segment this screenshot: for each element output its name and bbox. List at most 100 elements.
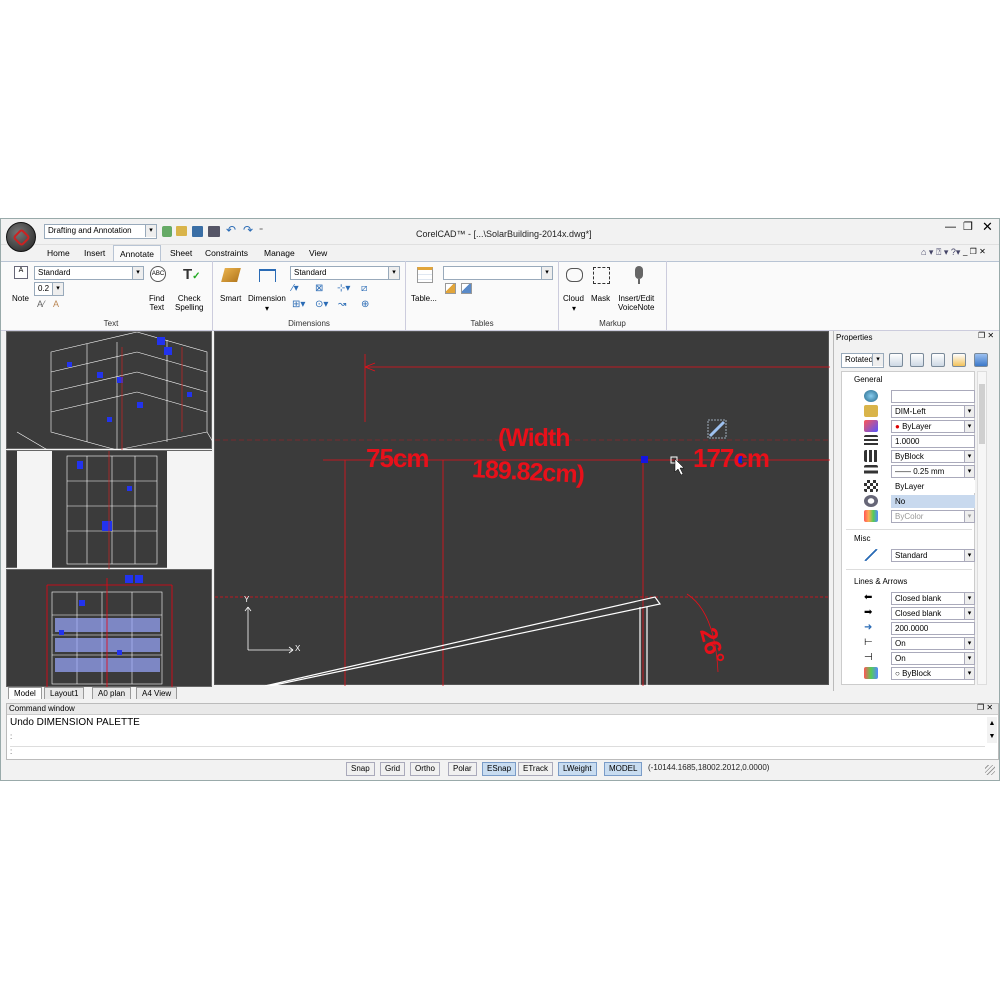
etrack-toggle[interactable]: ETrack xyxy=(518,762,554,776)
undo-icon[interactable]: ↶ xyxy=(226,223,236,237)
lweight-toggle[interactable]: LWeight xyxy=(558,762,597,776)
toggle-pickadd-icon[interactable] xyxy=(931,353,945,367)
tab-insert[interactable]: Insert xyxy=(82,245,107,261)
viewport-section[interactable] xyxy=(6,569,212,688)
snap-toggle[interactable]: Snap xyxy=(346,762,375,776)
tab-a0-plan[interactable]: A0 plan xyxy=(92,687,132,699)
polar-toggle[interactable]: Polar xyxy=(448,762,477,776)
spell-check-icon: T✓ xyxy=(183,266,201,283)
cloud-button[interactable]: Cloud ▾ xyxy=(562,266,588,314)
panel-controls-icon[interactable]: ❐ ✕ xyxy=(978,331,994,340)
inspection-icon[interactable]: ⊙▾ xyxy=(315,299,328,310)
redo-icon[interactable]: ↷ xyxy=(243,223,253,237)
tab-sheet[interactable]: Sheet xyxy=(168,245,194,261)
help-icon[interactable]: ⌂ ▾ ⍰ ▾ ?▾ xyxy=(921,247,960,258)
plotstyle-icon xyxy=(864,510,878,522)
dimension-style-select[interactable]: Standard ▾ xyxy=(290,266,400,280)
restore-icon[interactable]: ❐ xyxy=(963,220,973,233)
section-lines-arrows[interactable]: Lines & Arrows xyxy=(854,577,907,586)
scrollbar-thumb[interactable] xyxy=(979,384,985,444)
arrow-left-icon: ⬅ xyxy=(864,592,873,603)
smart-dimension-button[interactable]: Smart xyxy=(218,266,244,314)
tab-annotate[interactable]: Annotate xyxy=(113,245,162,262)
tables-group-label: Tables xyxy=(470,319,494,328)
command-prompt[interactable]: : xyxy=(10,732,12,741)
section-misc[interactable]: Misc xyxy=(854,534,870,543)
center-mark-icon[interactable]: ⊕ xyxy=(361,299,369,310)
dimension-grip-icon[interactable] xyxy=(707,419,727,439)
tab-model[interactable]: Model xyxy=(8,687,42,699)
check-spelling-button[interactable]: T✓ Check Spelling xyxy=(175,266,205,314)
viewport-elevation[interactable] xyxy=(6,450,213,569)
dimension-label-width[interactable]: (Width xyxy=(498,424,571,453)
leader-icon[interactable]: ⁄▾ xyxy=(292,283,299,294)
mask-button[interactable]: Mask xyxy=(590,266,614,314)
properties-panel: Properties ❐ ✕ Rotated ▾ General DIM-Left… xyxy=(833,331,999,691)
quick-select-icon[interactable] xyxy=(910,353,924,367)
chevron-down-icon: ▾ xyxy=(145,225,156,237)
viewport-isometric[interactable] xyxy=(6,331,214,453)
layer-icon xyxy=(864,405,878,417)
new-icon[interactable] xyxy=(162,226,172,237)
text-height-select[interactable]: 0.2 ▾ xyxy=(34,282,64,296)
note-button[interactable]: A Note xyxy=(11,266,33,314)
tolerance-icon[interactable]: ⊠ xyxy=(315,283,323,294)
baseline-icon[interactable]: ⊞▾ xyxy=(292,299,305,310)
grid-toggle[interactable]: Grid xyxy=(380,762,406,776)
entity-type-select[interactable]: Rotated ▾ xyxy=(841,353,884,368)
tab-manage[interactable]: Manage xyxy=(262,245,297,261)
minimize-icon[interactable]: — xyxy=(945,221,956,233)
app-menu-button[interactable] xyxy=(6,222,36,252)
cloud-icon xyxy=(566,268,583,282)
properties-help-icon[interactable] xyxy=(974,353,988,367)
tab-constraints[interactable]: Constraints xyxy=(203,245,250,261)
voicenote-button[interactable]: Insert/Edit VoiceNote xyxy=(618,266,662,314)
table-button[interactable]: Table... xyxy=(411,266,441,314)
table-style-select[interactable]: ▾ xyxy=(443,266,553,280)
resize-grip-icon[interactable] xyxy=(985,765,995,775)
dimension-label-177cm[interactable]: 177cm xyxy=(693,443,770,474)
command-scrollbar[interactable]: ▲ ▼ xyxy=(987,717,997,743)
chevron-down-icon: ▾ xyxy=(265,304,270,313)
model-toggle[interactable]: MODEL xyxy=(604,762,643,776)
table-edit-icon[interactable] xyxy=(445,283,456,294)
command-window-title: Command window ❐ ✕ xyxy=(7,703,998,715)
command-history: Undo DIMENSION PALETTE xyxy=(10,717,140,728)
tab-layout1[interactable]: Layout1 xyxy=(44,687,85,699)
dimension-label-75cm[interactable]: 75cm xyxy=(366,443,429,474)
oblique-icon[interactable]: ⧄ xyxy=(361,283,367,294)
dimension-drawing xyxy=(215,354,830,687)
jog-icon[interactable]: ↝ xyxy=(338,299,346,310)
tab-a4-view[interactable]: A4 View xyxy=(136,687,178,699)
command-input[interactable]: : xyxy=(10,746,985,759)
open-icon[interactable] xyxy=(176,226,187,236)
dimension-button[interactable]: Dimension ▾ xyxy=(248,266,288,314)
table-export-icon[interactable] xyxy=(461,283,472,294)
quick-access-dropdown-icon[interactable]: ⁼ xyxy=(259,226,263,235)
properties-scrollbar[interactable] xyxy=(977,371,987,685)
dimension-label-width-value[interactable]: 189.82cm) xyxy=(471,455,584,490)
close-icon[interactable]: ✕ xyxy=(982,219,993,235)
text-style-select[interactable]: Standard ▾ xyxy=(34,266,144,280)
section-general[interactable]: General xyxy=(854,375,882,384)
doc-minimize-icon[interactable]: _ ❐ ✕ xyxy=(963,247,986,256)
chevron-down-icon: ▾ xyxy=(964,466,974,477)
panel-controls-icon[interactable]: ❐ ✕ xyxy=(977,703,993,712)
table-icon xyxy=(417,267,433,283)
drawing-canvas[interactable]: 75cm (Width 189.82cm) 177cm 26° Y X xyxy=(214,331,830,687)
print-icon[interactable] xyxy=(208,226,220,237)
transparency-icon xyxy=(864,480,878,492)
tab-view[interactable]: View xyxy=(307,245,329,261)
select-objects-icon[interactable] xyxy=(889,353,903,367)
workspace-select[interactable]: Drafting and Annotation ▾ xyxy=(44,224,157,239)
text-format-icon[interactable]: A⁄ xyxy=(37,299,45,309)
mask-icon xyxy=(593,267,610,284)
ortho-toggle[interactable]: Ortho xyxy=(410,762,441,776)
dimension-edit-icon[interactable]: ⊹▾ xyxy=(337,283,350,294)
find-text-button[interactable]: ABC Find Text xyxy=(147,266,169,314)
text-edit-icon[interactable]: A xyxy=(53,299,59,309)
tab-home[interactable]: Home xyxy=(45,245,72,261)
esnap-toggle[interactable]: ESnap xyxy=(482,762,517,776)
save-icon[interactable] xyxy=(192,226,203,237)
properties-settings-icon[interactable] xyxy=(952,353,966,367)
